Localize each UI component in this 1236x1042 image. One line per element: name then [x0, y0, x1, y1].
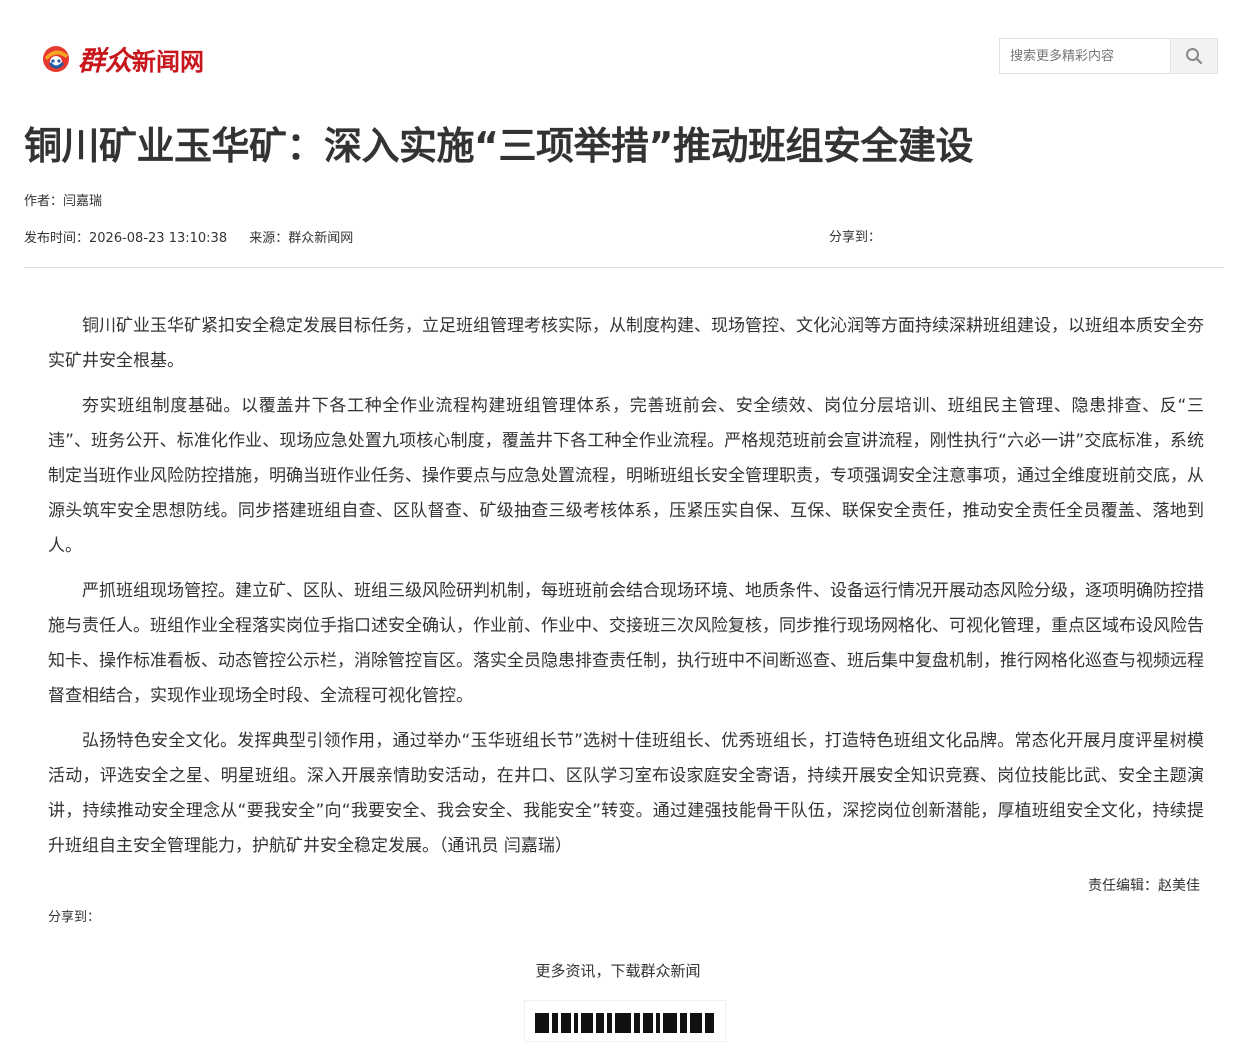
download-app-prompt: 更多资讯，下载群众新闻	[535, 962, 701, 980]
site-header: 群众新闻网	[0, 0, 1236, 100]
site-logo[interactable]: 群众新闻网	[40, 38, 204, 78]
article-body: 铜川矿业玉华矿紧扣安全稳定发展目标任务，立足班组管理考核实际，从制度构建、现场管…	[48, 309, 1204, 874]
editor-label: 责任编辑：	[1088, 878, 1158, 894]
search-box	[999, 38, 1218, 74]
source-label: 来源：	[249, 231, 289, 246]
source-name: 群众新闻网	[288, 231, 354, 246]
editor-name: 赵美佳	[1158, 878, 1200, 894]
author-name: 闫嘉瑞	[63, 194, 103, 209]
search-icon	[1186, 48, 1203, 65]
search-button[interactable]	[1170, 39, 1217, 73]
publish-label: 发布时间：	[24, 231, 90, 246]
article-title: 铜川矿业玉华矿：深入实施“三项举措”推动班组安全建设	[24, 124, 973, 168]
article-paragraph: 铜川矿业玉华矿紧扣安全稳定发展目标任务，立足班组管理考核实际，从制度构建、现场管…	[48, 316, 1204, 371]
logo-emblem-icon	[43, 46, 69, 72]
app-qr-code	[524, 1000, 726, 1042]
share-top-label: 分享到：	[829, 230, 882, 245]
publish-time: 2026-08-23 13:10:38	[89, 231, 228, 246]
article-paragraph: 严抓班组现场管控。建立矿、区队、班组三级风险研判机制，每班班前会结合现场环境、地…	[48, 581, 1204, 706]
header-divider	[24, 267, 1224, 268]
article-paragraph: 弘扬特色安全文化。发挥典型引领作用，通过举办“玉华班组长节”选树十佳班组长、优秀…	[48, 731, 1204, 856]
article-paragraph: 夯实班组制度基础。以覆盖井下各工种全作业流程构建班组管理体系，完善班前会、安全绩…	[48, 396, 1204, 556]
search-input[interactable]	[1000, 39, 1170, 73]
share-bottom-label: 分享到：	[48, 910, 101, 925]
article-author: 作者：闫嘉瑞	[24, 190, 102, 209]
author-label: 作者：	[24, 194, 64, 209]
logo-text: 群众新闻网	[78, 45, 204, 77]
article-meta: 发布时间：2026-08-23 13:10:38 来源：群众新闻网	[24, 227, 353, 246]
responsible-editor: 责任编辑：赵美佳	[1088, 875, 1200, 895]
